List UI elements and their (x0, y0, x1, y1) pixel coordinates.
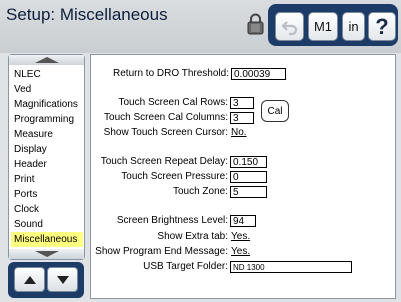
menu-item-print[interactable]: Print (11, 172, 83, 187)
menu-item-sound[interactable]: Sound (11, 217, 83, 232)
menu-item-ved[interactable]: Ved (11, 82, 83, 97)
repeat-delay-label: Touch Screen Repeat Delay: (100, 156, 228, 167)
header-bar: Setup: Miscellaneous M1 in ? (0, 0, 401, 53)
cal-rows-field[interactable]: 3 (230, 97, 254, 109)
usb-folder-label: USB Target Folder: (143, 261, 228, 272)
down-arrow-icon (34, 251, 59, 257)
lock-icon[interactable] (247, 13, 264, 35)
program-end-row: Show Program End Message: (91, 246, 228, 259)
menu-item-measure[interactable]: Measure (11, 127, 83, 142)
menu-item-display[interactable]: Display (11, 142, 83, 157)
settings-panel: Return to DRO Threshold: 0.00039 Touch S… (90, 54, 396, 299)
menu-scroll-down[interactable] (9, 249, 84, 259)
up-arrow-icon (34, 57, 59, 63)
nav-down-button[interactable] (47, 267, 78, 292)
usb-folder-field[interactable]: ND 1300 (230, 261, 352, 273)
brightness-field[interactable]: 94 (230, 215, 256, 227)
cal-rows-row: Touch Screen Cal Rows: (91, 97, 229, 110)
nav-up-button[interactable] (14, 267, 45, 292)
show-cursor-row: Show Touch Screen Cursor: (91, 127, 228, 140)
extra-tab-toggle[interactable]: Yes. (231, 231, 250, 242)
menu-item-header[interactable]: Header (11, 157, 83, 172)
page-title: Setup: Miscellaneous (6, 5, 168, 24)
repeat-delay-field[interactable]: 0.150 (230, 156, 267, 168)
menu-item-ports[interactable]: Ports (11, 187, 83, 202)
brightness-row: Screen Brightness Level: (91, 215, 228, 228)
extra-tab-row: Show Extra tab: (91, 231, 228, 244)
repeat-delay-row: Touch Screen Repeat Delay: (91, 156, 228, 169)
up-arrow-icon (23, 275, 36, 284)
usb-folder-row: USB Target Folder: (91, 261, 228, 274)
pressure-field[interactable]: 0 (230, 171, 267, 183)
return-threshold-row: Return to DRO Threshold: (91, 68, 229, 81)
menu-item-magnifications[interactable]: Magnifications (11, 97, 83, 112)
cal-columns-field[interactable]: 3 (230, 112, 254, 124)
touch-zone-row: Touch Zone: (91, 186, 228, 199)
show-cursor-label: Show Touch Screen Cursor: (103, 127, 228, 138)
toolbar-buttons: M1 in ? (268, 4, 398, 46)
menu-item-clock[interactable]: Clock (11, 202, 83, 217)
down-arrow-icon (56, 275, 69, 284)
undo-icon (280, 20, 297, 35)
return-threshold-field[interactable]: 0.00039 (231, 68, 286, 80)
return-threshold-label: Return to DRO Threshold: (113, 68, 229, 79)
settings-menu: NLEC Ved Magnifications Programming Meas… (8, 54, 85, 260)
units-button[interactable]: in (342, 12, 365, 41)
m1-button[interactable]: M1 (308, 12, 338, 41)
pressure-label: Touch Screen Pressure: (121, 171, 228, 182)
undo-button[interactable] (275, 12, 304, 41)
cal-button[interactable]: Cal (261, 100, 289, 122)
menu-list: NLEC Ved Magnifications Programming Meas… (11, 67, 83, 247)
help-button[interactable]: ? (368, 12, 396, 41)
menu-item-miscellaneous[interactable]: Miscellaneous (11, 232, 83, 247)
menu-scroll-up[interactable] (9, 55, 84, 65)
cal-rows-label: Touch Screen Cal Rows: (118, 97, 229, 108)
show-cursor-toggle[interactable]: No. (231, 127, 247, 138)
brightness-label: Screen Brightness Level: (116, 215, 228, 226)
menu-item-nlec[interactable]: NLEC (11, 67, 83, 82)
program-end-label: Show Program End Message: (95, 246, 228, 257)
pressure-row: Touch Screen Pressure: (91, 171, 228, 184)
cal-columns-label: Touch Screen Cal Columns: (104, 112, 228, 123)
extra-tab-label: Show Extra tab: (157, 231, 228, 242)
program-end-toggle[interactable]: Yes. (231, 246, 250, 257)
cal-columns-row: Touch Screen Cal Columns: (91, 112, 228, 125)
touch-zone-label: Touch Zone: (172, 186, 228, 197)
navigation-arrows (8, 262, 84, 298)
touch-zone-field[interactable]: 5 (230, 186, 267, 198)
menu-item-programming[interactable]: Programming (11, 112, 83, 127)
